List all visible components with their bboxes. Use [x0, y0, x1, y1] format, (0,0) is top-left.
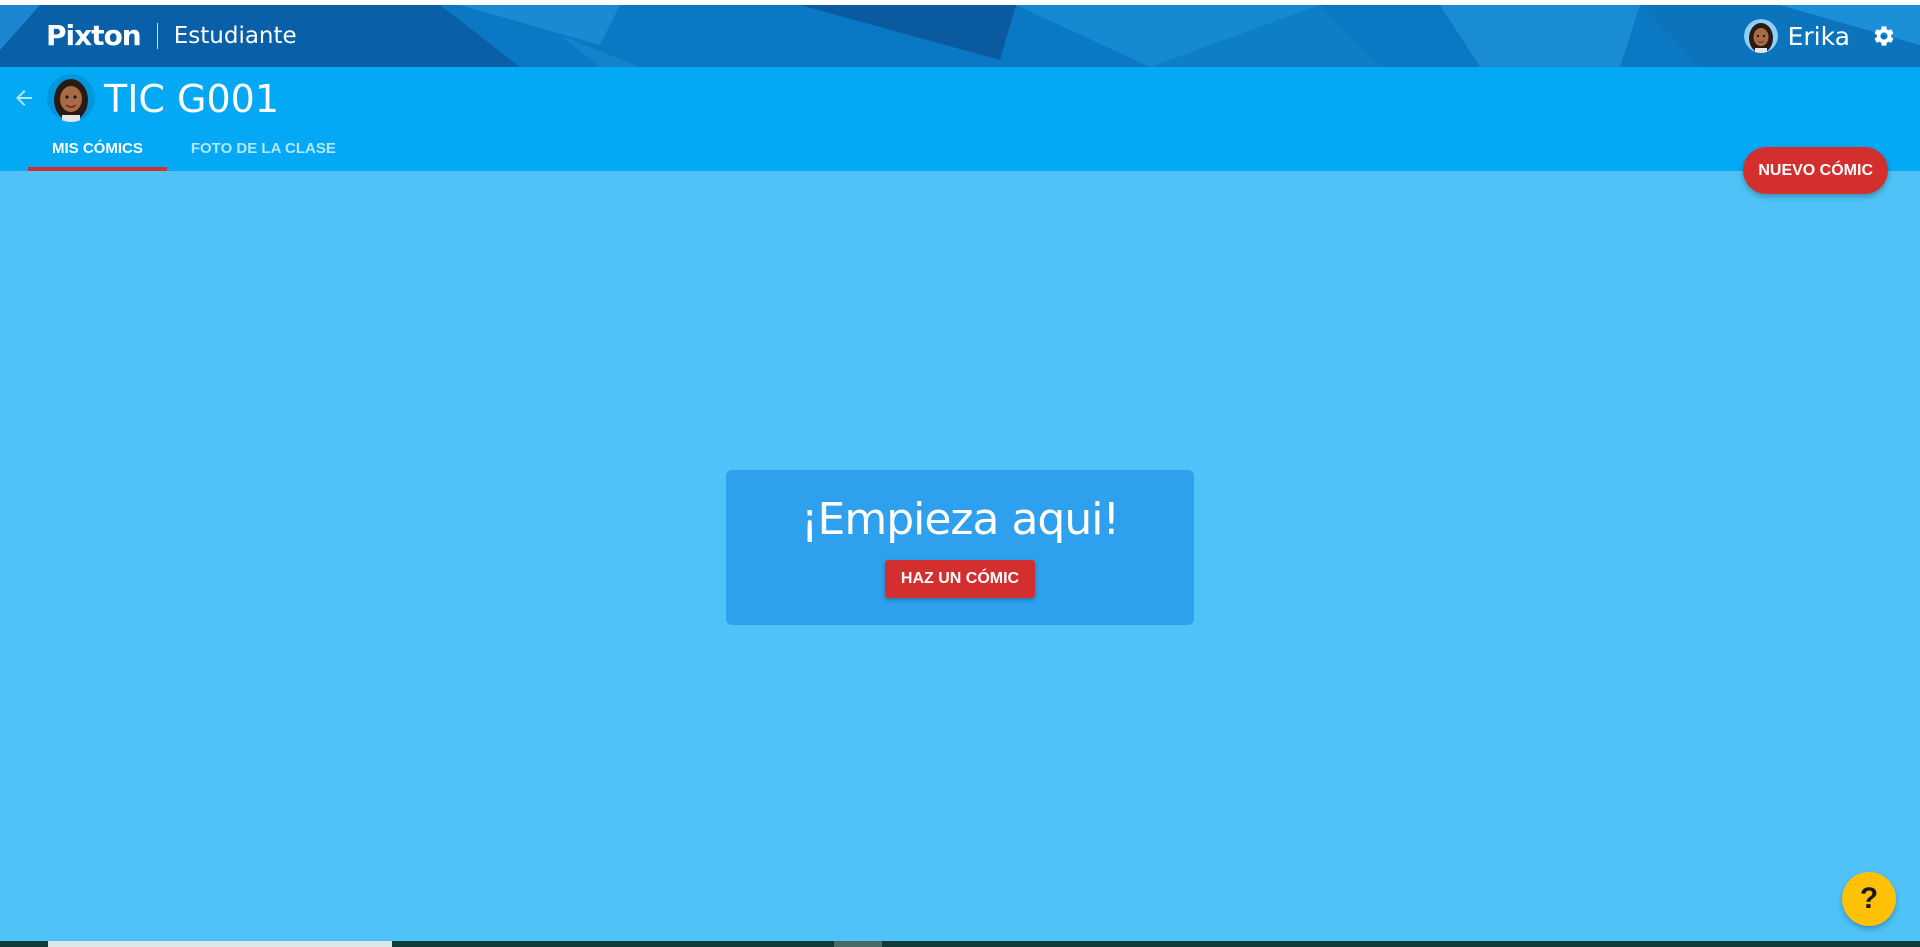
start-card: ¡Empieza aqui! HAZ UN CÓMIC	[726, 470, 1194, 625]
pixton-logo[interactable]: Pixton Estudiante	[46, 19, 297, 53]
new-comic-button[interactable]: NUEVO CÓMIC	[1743, 147, 1888, 194]
tab-foto-de-la-clase[interactable]: FOTO DE LA CLASE	[167, 134, 360, 171]
taskbar-segment	[834, 941, 882, 947]
user-menu[interactable]: Erika	[1743, 17, 1896, 55]
taskbar-segment	[48, 941, 392, 947]
gear-icon[interactable]	[1872, 24, 1896, 48]
question-icon[interactable]: ?	[1842, 872, 1896, 926]
user-name[interactable]: Erika	[1788, 22, 1850, 51]
class-avatar	[47, 74, 95, 122]
logo-text: Pixton	[46, 19, 142, 52]
tab-mis-comics[interactable]: MIS CÓMICS	[28, 134, 167, 171]
class-tabs: MIS CÓMICS FOTO DE LA CLASE	[28, 134, 360, 171]
role-label: Estudiante	[173, 23, 297, 49]
user-avatar[interactable]	[1743, 19, 1778, 53]
page: Pixton Estudiante Erika TIC G001 MIS CÓM…	[0, 0, 1920, 947]
arrow-left-icon[interactable]	[12, 86, 36, 110]
class-title: TIC G001	[104, 77, 280, 121]
logo-divider	[156, 23, 158, 49]
app-header: Pixton Estudiante Erika	[0, 5, 1920, 67]
start-title: ¡Empieza aqui!	[800, 494, 1120, 545]
make-comic-button[interactable]: HAZ UN CÓMIC	[884, 560, 1036, 598]
